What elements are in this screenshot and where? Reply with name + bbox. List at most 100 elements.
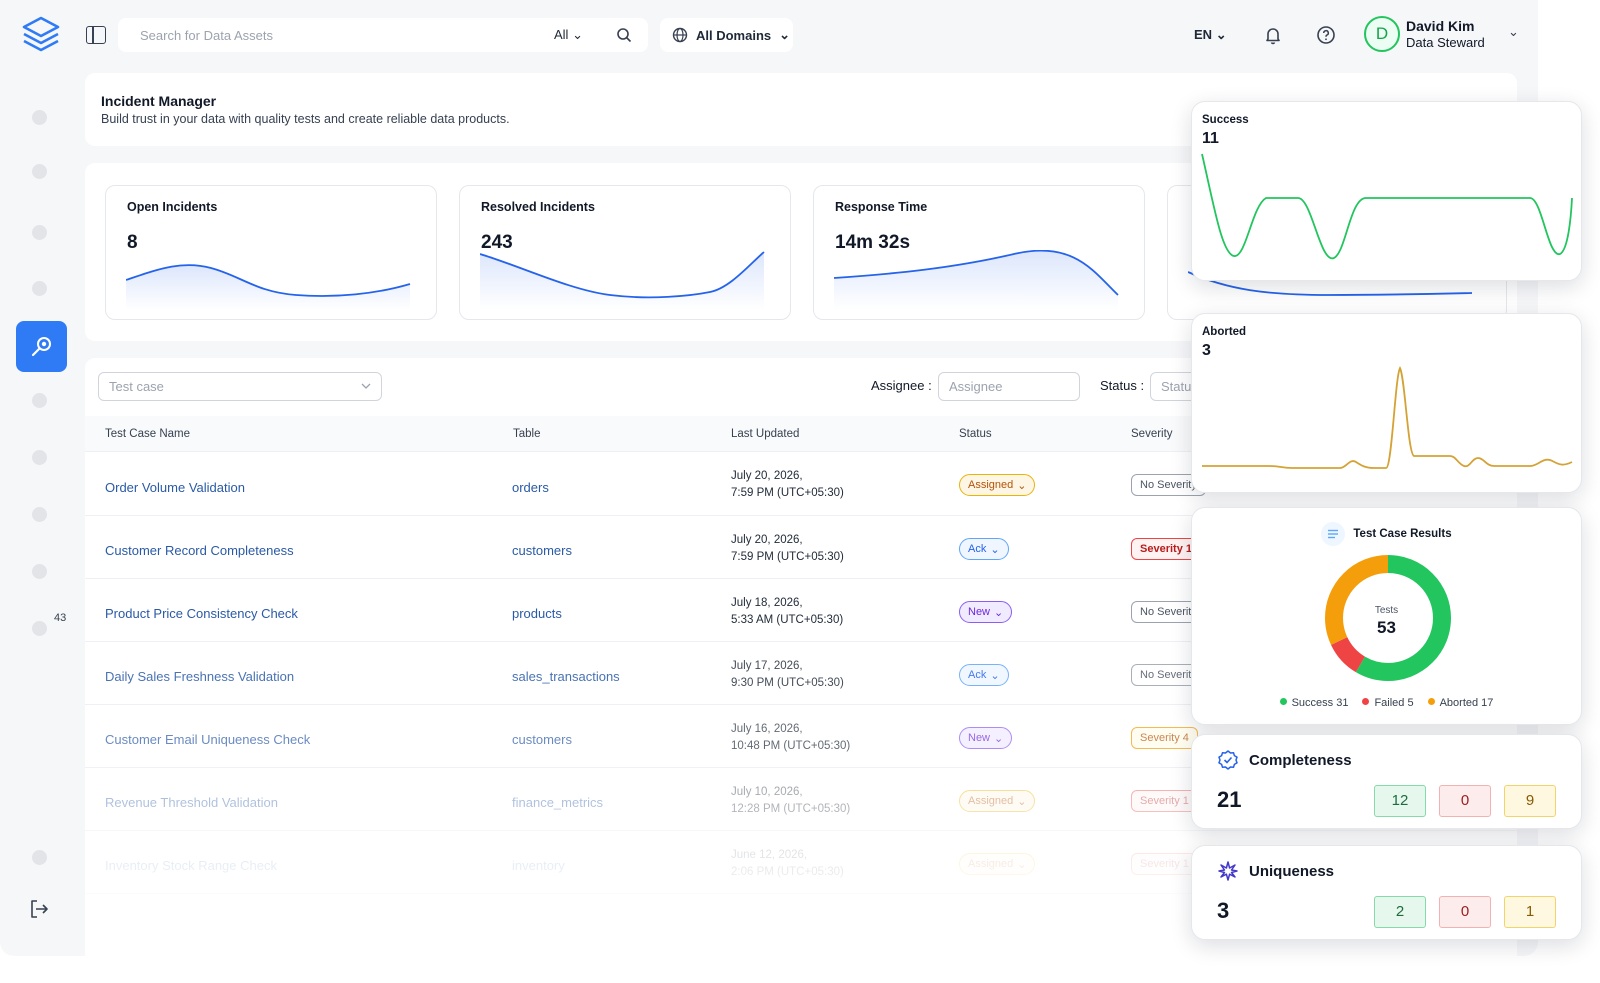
legend-dot bbox=[1427, 698, 1435, 705]
last-updated: July 20, 2026, 7:59 PM (UTC+05:30) bbox=[731, 532, 844, 566]
sidebar-item-9[interactable] bbox=[32, 564, 47, 579]
time-line: 9:30 PM (UTC+05:30) bbox=[731, 677, 844, 689]
date-line: July 18, 2026, bbox=[731, 597, 803, 609]
legend-failed-label: Failed 5 bbox=[1374, 697, 1414, 709]
severity-badge[interactable]: Severity 1 bbox=[1131, 853, 1198, 875]
status-dropdown[interactable]: New ⌄ bbox=[959, 727, 1013, 749]
last-updated: July 16, 2026, 10:48 PM (UTC+05:30) bbox=[731, 721, 850, 755]
sidebar-item-4[interactable] bbox=[32, 281, 47, 296]
assignee-input[interactable] bbox=[938, 372, 1080, 401]
test-case-select[interactable]: Test case bbox=[98, 372, 382, 401]
table-link[interactable]: products bbox=[512, 606, 562, 621]
legend-aborted-label: Aborted 17 bbox=[1439, 697, 1494, 709]
app-logo[interactable] bbox=[20, 14, 62, 56]
search-input[interactable] bbox=[128, 18, 528, 52]
assignee-label: Assignee : bbox=[871, 378, 932, 393]
column-header-last-updated[interactable]: Last Updated bbox=[731, 428, 799, 440]
date-line: July 16, 2026, bbox=[731, 723, 803, 735]
column-header-table[interactable]: Table bbox=[513, 428, 541, 440]
test-case-link[interactable]: Inventory Stock Range Check bbox=[105, 858, 277, 873]
logout-icon[interactable] bbox=[28, 898, 50, 920]
completeness-failed-count: 0 bbox=[1439, 785, 1491, 817]
sidebar-item-3[interactable] bbox=[32, 225, 47, 240]
table-link[interactable]: customers bbox=[512, 732, 572, 747]
date-line: July 20, 2026, bbox=[731, 534, 803, 546]
search-filter-dropdown[interactable]: All ⌄ bbox=[554, 27, 583, 43]
user-role: Data Steward bbox=[1406, 35, 1485, 50]
status-text: Assigned bbox=[968, 795, 1014, 807]
status-dropdown[interactable]: Assigned ⌄ bbox=[959, 790, 1036, 812]
test-case-link[interactable]: Customer Email Uniqueness Check bbox=[105, 732, 310, 747]
resolved-incidents-card[interactable]: Resolved Incidents 243 bbox=[459, 185, 791, 320]
table-link[interactable]: finance_metrics bbox=[512, 795, 603, 810]
bell-icon[interactable] bbox=[1262, 24, 1284, 46]
search-icon[interactable] bbox=[616, 27, 632, 43]
uniqueness-total: 3 bbox=[1217, 898, 1230, 923]
sidebar-item-8[interactable] bbox=[32, 507, 47, 522]
status-dropdown[interactable]: Assigned ⌄ bbox=[959, 853, 1036, 875]
completeness-card[interactable]: Completeness 21 12 0 9 bbox=[1191, 734, 1582, 829]
open-incidents-sparkline bbox=[126, 264, 411, 310]
last-updated: June 12, 2026, 2:06 PM (UTC+05:30) bbox=[731, 847, 844, 881]
test-case-link[interactable]: Order Volume Validation bbox=[105, 480, 245, 495]
success-card-title: Success bbox=[1202, 114, 1249, 126]
sidebar-item-incident-manager[interactable] bbox=[16, 321, 67, 372]
status-dropdown[interactable]: Assigned ⌄ bbox=[959, 474, 1036, 496]
status-dropdown[interactable]: Ack ⌄ bbox=[959, 538, 1009, 560]
legend-item-aborted: Aborted 17 bbox=[1427, 697, 1494, 709]
chevron-down-icon: ⌄ bbox=[1017, 479, 1027, 492]
severity-badge[interactable]: Severity 1 bbox=[1131, 790, 1198, 812]
sidebar-item-11[interactable] bbox=[32, 850, 47, 865]
aborted-trend-chart bbox=[1202, 365, 1573, 469]
date-line: July 20, 2026, bbox=[731, 470, 803, 482]
donut-center-value: 53 bbox=[1377, 618, 1396, 637]
sidebar-item-1[interactable] bbox=[32, 110, 47, 125]
test-case-link[interactable]: Daily Sales Freshness Validation bbox=[105, 669, 294, 684]
test-case-results-card[interactable]: Test Case Results Tests 53 Success 31 Fa… bbox=[1191, 507, 1582, 725]
test-case-link[interactable]: Customer Record Completeness bbox=[105, 543, 294, 558]
column-header-status[interactable]: Status bbox=[959, 428, 992, 440]
search-filter-label: All bbox=[554, 27, 569, 42]
table-link[interactable]: customers bbox=[512, 543, 572, 558]
table-link[interactable]: orders bbox=[512, 480, 549, 495]
sidebar-item-6[interactable] bbox=[32, 393, 47, 408]
success-trend-chart bbox=[1201, 153, 1573, 259]
response-time-card[interactable]: Response Time 14m 32s bbox=[813, 185, 1145, 320]
aborted-card[interactable]: Aborted 3 bbox=[1191, 313, 1582, 493]
sidebar-item-7[interactable] bbox=[32, 450, 47, 465]
status-text: New bbox=[968, 732, 991, 744]
sidebar-toggle-icon[interactable] bbox=[86, 26, 106, 44]
help-icon[interactable] bbox=[1315, 24, 1337, 46]
completeness-success-count: 12 bbox=[1374, 785, 1426, 817]
test-case-link[interactable]: Product Price Consistency Check bbox=[105, 606, 298, 621]
status-dropdown[interactable]: New ⌄ bbox=[959, 601, 1013, 623]
open-incidents-card[interactable]: Open Incidents 8 bbox=[105, 185, 437, 320]
severity-badge[interactable]: Severity 4 bbox=[1131, 727, 1198, 749]
success-card[interactable]: Success 11 bbox=[1191, 101, 1582, 281]
column-header-test-case-name[interactable]: Test Case Name bbox=[105, 428, 190, 440]
user-menu[interactable]: D David Kim Data Steward ⌄ bbox=[1364, 16, 1519, 54]
column-header-severity[interactable]: Severity bbox=[1131, 428, 1173, 440]
language-dropdown[interactable]: EN ⌄ bbox=[1194, 27, 1227, 43]
time-line: 2:06 PM (UTC+05:30) bbox=[731, 866, 844, 878]
table-link[interactable]: sales_transactions bbox=[512, 669, 620, 684]
page-title: Incident Manager bbox=[101, 93, 217, 109]
test-case-link[interactable]: Revenue Threshold Validation bbox=[105, 795, 278, 810]
time-line: 5:33 AM (UTC+05:30) bbox=[731, 614, 844, 626]
uniqueness-card[interactable]: Uniqueness 3 2 0 1 bbox=[1191, 845, 1582, 940]
chevron-down-icon: ⌄ bbox=[990, 669, 1000, 682]
time-line: 7:59 PM (UTC+05:30) bbox=[731, 487, 844, 499]
legend-dot bbox=[1362, 698, 1370, 705]
date-line: July 10, 2026, bbox=[731, 786, 803, 798]
date-line: June 12, 2026, bbox=[731, 849, 808, 861]
domains-dropdown[interactable]: All Domains ⌄ bbox=[660, 18, 793, 52]
sidebar-item-10[interactable] bbox=[32, 621, 47, 636]
sidebar-item-2[interactable] bbox=[32, 164, 47, 179]
completeness-title: Completeness bbox=[1249, 751, 1352, 769]
page-subtitle: Build trust in your data with quality te… bbox=[101, 112, 510, 126]
avatar: D bbox=[1364, 16, 1400, 52]
legend-item-success: Success 31 bbox=[1279, 697, 1348, 709]
status-dropdown[interactable]: Ack ⌄ bbox=[959, 664, 1009, 686]
results-title: Test Case Results bbox=[1353, 528, 1452, 540]
table-link[interactable]: inventory bbox=[512, 858, 565, 873]
